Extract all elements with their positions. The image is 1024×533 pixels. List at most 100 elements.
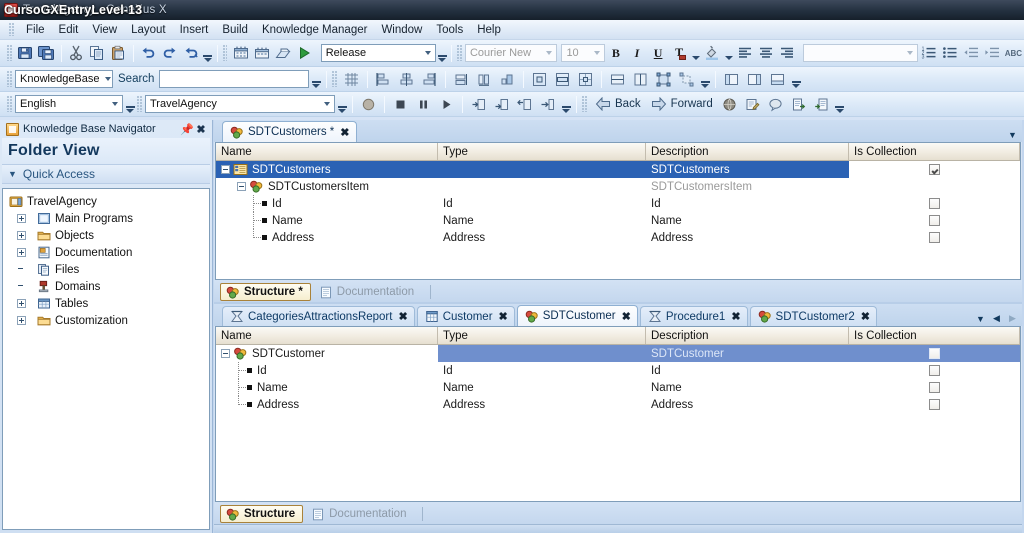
close-icon[interactable]: ✖ <box>194 122 208 136</box>
menu-item-edit[interactable]: Edit <box>52 22 86 38</box>
menu-item-help[interactable]: Help <box>470 22 508 38</box>
language-combo[interactable]: English <box>15 95 123 113</box>
table-row[interactable]: Name Name Name <box>216 379 1020 396</box>
tab-procedure1[interactable]: Procedure1 ✖ <box>639 306 748 326</box>
close-icon[interactable]: ✖ <box>622 310 631 323</box>
close-icon[interactable]: ✖ <box>398 310 407 323</box>
make-same-height-icon[interactable] <box>474 69 495 90</box>
split-horizontal-icon[interactable] <box>607 69 628 90</box>
step-out-icon[interactable] <box>514 94 535 115</box>
checkbox-icon[interactable] <box>929 215 940 226</box>
kb-tree[interactable]: TravelAgency Main Programs Objects Docum… <box>2 188 210 530</box>
run-to-cursor-icon[interactable] <box>537 94 558 115</box>
redo-all-icon[interactable] <box>181 43 200 64</box>
tree-item-tables[interactable]: Tables <box>7 295 209 312</box>
play-icon[interactable] <box>436 94 457 115</box>
tab-list-icon[interactable]: ▼ <box>1007 130 1018 140</box>
column-header-is-collection[interactable]: Is Collection <box>849 143 1020 160</box>
table-row[interactable]: Address Address Address <box>216 396 1020 413</box>
toolbar-debug-overflow[interactable] <box>560 94 572 114</box>
decrease-indent-icon[interactable] <box>962 43 981 64</box>
tree-item-customization[interactable]: Customization <box>7 312 209 329</box>
row-is-collection[interactable] <box>849 229 1020 246</box>
row-is-collection[interactable] <box>849 362 1020 379</box>
row-is-collection[interactable] <box>849 379 1020 396</box>
italic-button[interactable]: I <box>627 43 646 64</box>
tree-item-travelagency[interactable]: TravelAgency <box>7 193 209 210</box>
quick-access-bar[interactable]: ▼ Quick Access <box>2 164 210 184</box>
font-family-combo[interactable]: Courier New <box>464 44 558 62</box>
tab-customer[interactable]: Customer ✖ <box>416 306 515 326</box>
checkbox-icon[interactable] <box>929 232 940 243</box>
back-button[interactable]: Back <box>590 94 646 115</box>
font-size-combo[interactable]: 10 <box>561 44 606 62</box>
menu-item-build[interactable]: Build <box>215 22 255 38</box>
expand-icon[interactable] <box>17 214 26 223</box>
expand-icon[interactable] <box>17 316 26 325</box>
step-over-icon[interactable] <box>491 94 512 115</box>
center-both-icon[interactable] <box>575 69 596 90</box>
toolbar-layout-grip[interactable] <box>332 71 338 87</box>
globe-icon[interactable] <box>719 94 740 115</box>
tree-item-objects[interactable]: Objects <box>7 227 209 244</box>
table-row[interactable]: SDTCustomers SDTCustomers <box>216 161 1020 178</box>
split-vertical-icon[interactable] <box>630 69 651 90</box>
center-vertically-icon[interactable] <box>552 69 573 90</box>
grid-icon[interactable] <box>341 69 362 90</box>
menu-item-tools[interactable]: Tools <box>429 22 470 38</box>
menu-item-knowledge-manager[interactable]: Knowledge Manager <box>255 22 375 38</box>
toolbar-kb-grip[interactable] <box>7 96 12 112</box>
row-is-collection[interactable] <box>849 195 1020 212</box>
record-icon[interactable] <box>358 94 379 115</box>
column-header-is-collection[interactable]: Is Collection <box>849 327 1020 344</box>
run-icon[interactable] <box>295 43 314 64</box>
edit-properties-icon[interactable] <box>742 94 763 115</box>
bottom-grid-body[interactable]: SDTCustomer SDTCustomer Id Id Id Name Na… <box>216 345 1020 501</box>
underline-button[interactable]: U <box>649 43 668 64</box>
row-is-collection[interactable] <box>849 345 1020 362</box>
align-rights-icon[interactable] <box>419 69 440 90</box>
window-layout-3-icon[interactable] <box>767 69 788 90</box>
window-layout-2-icon[interactable] <box>744 69 765 90</box>
row-is-collection[interactable] <box>849 161 1020 178</box>
font-color-icon[interactable]: T <box>670 43 689 64</box>
toolbar-language-overflow[interactable] <box>124 94 136 114</box>
numbered-list-icon[interactable]: 1 2 3 <box>919 43 938 64</box>
row-is-collection[interactable] <box>849 212 1020 229</box>
comment-icon[interactable] <box>765 94 786 115</box>
toolbar-search-overflow[interactable] <box>310 69 322 89</box>
part-tab-documentation[interactable]: Documentation <box>305 505 414 523</box>
build-all-icon[interactable] <box>231 43 250 64</box>
tab-sdtcustomer[interactable]: SDTCustomer ✖ <box>516 305 638 326</box>
expand-icon[interactable] <box>17 248 26 257</box>
expand-icon[interactable] <box>17 299 26 308</box>
tab-categoriesattractionsreport[interactable]: CategoriesAttractionsReport ✖ <box>222 306 415 326</box>
toolbar-search-grip[interactable] <box>7 71 12 87</box>
align-left-icon[interactable] <box>735 43 754 64</box>
create-icon[interactable] <box>274 43 293 64</box>
toolbar-build-overflow[interactable] <box>437 43 448 63</box>
tree-item-documentation[interactable]: Documentation <box>7 244 209 261</box>
stop-icon[interactable] <box>390 94 411 115</box>
checkbox-icon[interactable] <box>929 348 940 359</box>
align-center-icon[interactable] <box>756 43 775 64</box>
cut-icon[interactable] <box>67 43 86 64</box>
row-is-collection[interactable] <box>849 396 1020 413</box>
copy-icon[interactable] <box>88 43 107 64</box>
highlight-color-dropdown[interactable] <box>724 45 735 61</box>
export-icon[interactable] <box>788 94 809 115</box>
close-icon[interactable]: ✖ <box>340 126 349 139</box>
save-icon[interactable] <box>16 43 35 64</box>
toolbar-window-overflow[interactable] <box>790 69 802 89</box>
group-icon[interactable] <box>653 69 674 90</box>
tab-prev-icon[interactable]: ◀ <box>991 313 1002 324</box>
tree-item-files[interactable]: Files <box>7 261 209 278</box>
part-tab-structure[interactable]: Structure * <box>220 283 311 301</box>
toolbar-build-grip[interactable] <box>222 45 228 61</box>
toolbar-kbname-grip[interactable] <box>137 96 142 112</box>
menu-item-view[interactable]: View <box>85 22 124 38</box>
tab-sdtcustomers[interactable]: SDTCustomers * ✖ <box>222 121 357 142</box>
collapse-icon[interactable] <box>221 349 230 358</box>
make-same-width-icon[interactable] <box>451 69 472 90</box>
table-row[interactable]: Id Id Id <box>216 362 1020 379</box>
